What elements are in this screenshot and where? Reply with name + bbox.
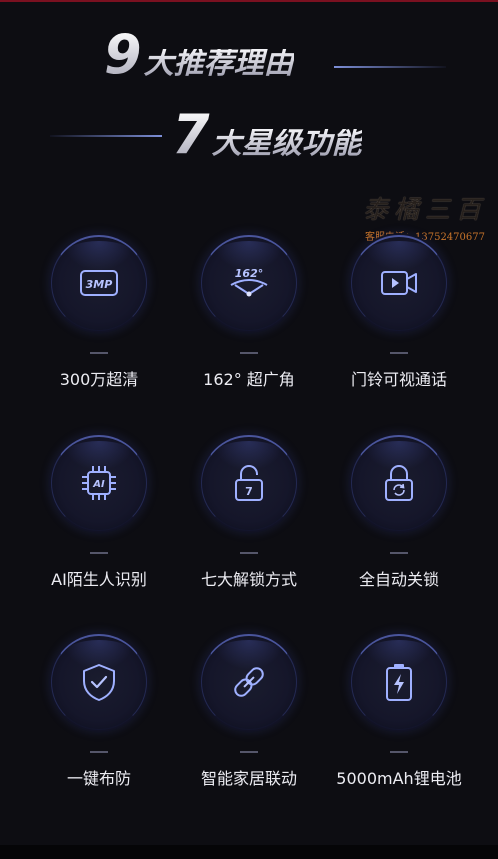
icon-orb	[349, 433, 449, 533]
feature-smart-home: 智能家居联动	[174, 632, 324, 792]
icon-orb: AI	[49, 433, 149, 533]
feature-label: 全自动关锁	[358, 570, 439, 589]
feature-label: 162° 超广角	[203, 370, 295, 389]
decorative-line	[50, 135, 162, 137]
divider-dash	[240, 751, 258, 753]
bottom-bar	[0, 845, 498, 859]
shield-check-icon	[83, 664, 115, 701]
video-call-icon	[381, 271, 417, 295]
feature-auto-lock: 全自动关锁	[324, 433, 474, 593]
link-icon	[234, 667, 264, 697]
unlock-icon: 7	[235, 465, 263, 501]
divider-dash	[240, 552, 258, 554]
divider-dash	[90, 352, 108, 354]
icon-orb	[49, 632, 149, 732]
divider-dash	[390, 352, 408, 354]
auto-lock-icon	[385, 465, 413, 501]
feature-unlock-methods: 7 七大解锁方式	[174, 433, 324, 593]
icon-orb: 162°	[199, 233, 299, 333]
watermark-brand: 泰橘三百	[362, 195, 487, 224]
feature-label: 一键布防	[66, 769, 131, 788]
ai-chip-icon: AI	[82, 466, 116, 500]
divider-dash	[90, 552, 108, 554]
icon-orb	[349, 233, 449, 333]
feature-video-call: 门铃可视通话	[324, 233, 474, 393]
wide-angle-icon: 162°	[230, 267, 268, 297]
feature-battery: 5000mAh锂电池	[324, 632, 474, 792]
svg-text:7: 7	[245, 485, 253, 498]
svg-text:162°: 162°	[235, 267, 263, 280]
icon-orb: 7	[199, 433, 299, 533]
divider-dash	[390, 751, 408, 753]
feature-label: 七大解锁方式	[200, 570, 297, 589]
feature-label: 门铃可视通话	[350, 370, 447, 389]
headline-features-text: 大星级功能	[211, 126, 362, 161]
feature-3mp: 3MP 300万超清	[24, 233, 174, 393]
feature-label: 300万超清	[59, 370, 139, 389]
top-border	[0, 0, 498, 2]
feature-ai-recognition: AI AI陌生人识别	[24, 433, 174, 593]
feature-label: 智能家居联动	[200, 769, 297, 788]
icon-orb	[199, 632, 299, 732]
svg-text:AI: AI	[92, 479, 105, 490]
divider-dash	[240, 352, 258, 354]
battery-icon	[386, 664, 412, 701]
divider-dash	[390, 552, 408, 554]
feature-label: 5000mAh锂电池	[336, 769, 462, 788]
headline-features: 7 大星级功能	[172, 108, 362, 162]
icon-orb	[349, 632, 449, 732]
headline-reasons-number: 9	[104, 23, 142, 86]
feature-label: AI陌生人识别	[51, 570, 147, 589]
icon-orb: 3MP	[49, 233, 149, 333]
3mp-icon: 3MP	[80, 270, 118, 296]
headline-reasons: 9 大推荐理由	[104, 28, 294, 82]
divider-dash	[90, 751, 108, 753]
svg-text:3MP: 3MP	[86, 278, 113, 291]
headline-reasons-text: 大推荐理由	[143, 46, 294, 81]
feature-wide-angle: 162° 162° 超广角	[174, 233, 324, 393]
headline-features-number: 7	[172, 103, 210, 166]
feature-one-key-arm: 一键布防	[24, 632, 174, 792]
decorative-line	[334, 66, 446, 68]
